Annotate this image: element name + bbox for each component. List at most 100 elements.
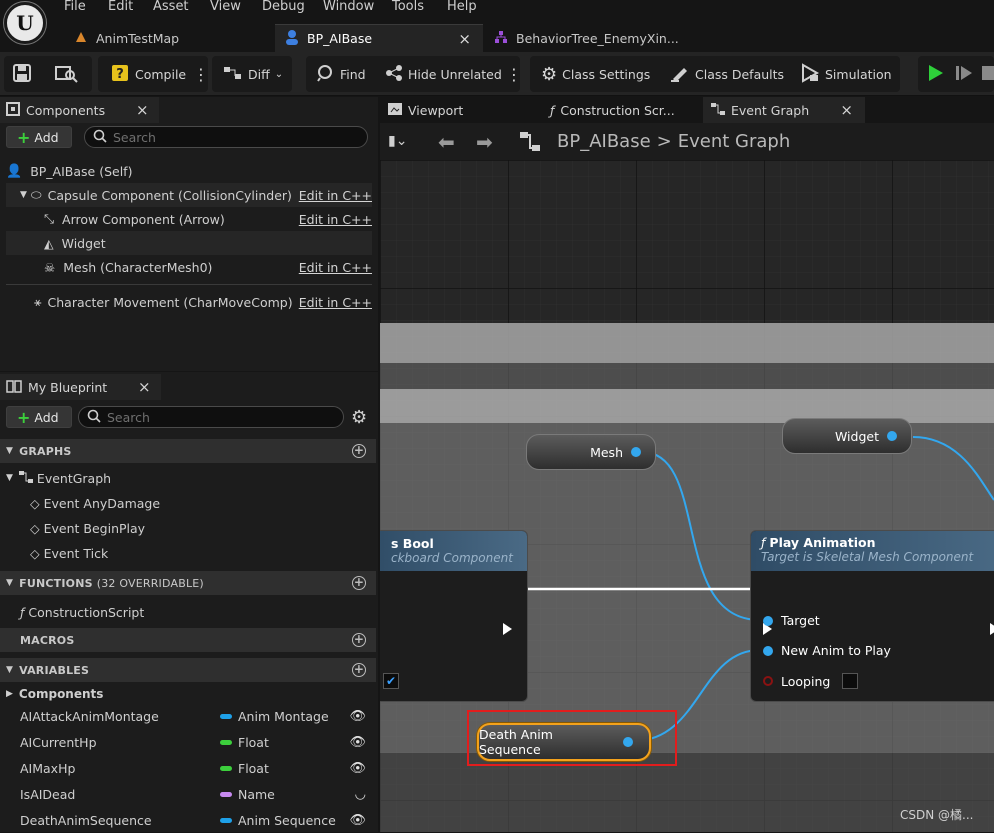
variable-row[interactable]: AICurrentHp Float 👁 xyxy=(0,729,376,755)
menu-edit[interactable]: Edit xyxy=(108,0,133,16)
section-variables[interactable]: ▼ VARIABLES + xyxy=(0,658,376,682)
section-graphs[interactable]: ▼ GRAPHS + xyxy=(0,439,376,463)
variable-type[interactable]: Anim Montage xyxy=(238,709,349,724)
doc-tab-behaviortree[interactable]: BehaviorTree_EnemyXin... xyxy=(484,24,694,52)
edit-in-cpp-link[interactable]: Edit in C++ xyxy=(299,295,372,310)
output-pin[interactable] xyxy=(631,447,641,457)
component-arrow[interactable]: ⤡ Arrow Component (Arrow) Edit in C++ xyxy=(6,207,372,231)
forward-arrow-icon[interactable]: ➡ xyxy=(476,130,493,154)
function-construction-script[interactable]: ƒ ConstructionScript xyxy=(20,600,370,624)
looping-pin[interactable] xyxy=(763,676,773,686)
doc-tab-bp-aibase[interactable]: BP_AIBase × xyxy=(275,24,483,52)
component-widget[interactable]: ◭ Widget xyxy=(6,231,372,255)
collapse-arrow-icon: ▼ xyxy=(6,665,14,675)
bookmark-icon[interactable]: ▮⌄ xyxy=(388,133,407,149)
close-icon[interactable]: × xyxy=(840,101,853,119)
variable-type[interactable]: Anim Sequence xyxy=(238,813,349,828)
node-set-bool[interactable]: s Bool ckboard Component ✔ xyxy=(380,530,528,702)
diff-button[interactable]: Diff ⌄ xyxy=(223,56,283,92)
back-arrow-icon[interactable]: ⬅ xyxy=(438,130,455,154)
add-variable-icon[interactable]: + xyxy=(352,663,366,677)
menu-file[interactable]: File xyxy=(64,0,86,16)
eye-closed-icon[interactable]: ◡ xyxy=(355,787,366,802)
component-capsule[interactable]: ▼ ⬭ Capsule Component (CollisionCylinder… xyxy=(6,183,372,207)
hide-options-button[interactable]: ⋮ xyxy=(506,56,522,92)
my-blueprint-search-input[interactable]: Search xyxy=(78,406,344,428)
graph-event-graph[interactable]: ▼ EventGraph xyxy=(0,466,376,490)
component-label: Capsule Component (CollisionCylinder) xyxy=(47,187,292,203)
tab-viewport[interactable]: Viewport xyxy=(388,97,463,123)
edit-in-cpp-link[interactable]: Edit in C++ xyxy=(299,260,372,275)
variable-type[interactable]: Float xyxy=(238,761,349,776)
component-self[interactable]: 👤 BP_AIBase (Self) xyxy=(6,159,372,183)
event-tick[interactable]: ◇ Event Tick xyxy=(30,541,370,565)
simulation-button[interactable]: Simulation xyxy=(800,56,892,92)
class-defaults-button[interactable]: Class Defaults xyxy=(670,56,784,92)
find-button[interactable]: Find xyxy=(317,56,366,92)
class-settings-button[interactable]: ⚙ Class Settings xyxy=(541,56,650,92)
menu-debug[interactable]: Debug xyxy=(262,0,305,16)
event-any-damage[interactable]: ◇ Event AnyDamage xyxy=(30,491,370,515)
section-functions[interactable]: ▼ FUNCTIONS (32 OVERRIDABLE) + xyxy=(0,571,376,595)
component-character-movement[interactable]: ⚹ Character Movement (CharMoveComp) Edit… xyxy=(6,290,372,314)
node-play-animation[interactable]: ƒ Play Animation Target is Skeletal Mesh… xyxy=(750,530,994,702)
hide-unrelated-button[interactable]: Hide Unrelated xyxy=(385,56,502,92)
settings-gear-icon[interactable]: ⚙ xyxy=(351,407,367,428)
eye-icon[interactable]: 👁 xyxy=(349,735,366,750)
menu-view[interactable]: View xyxy=(210,0,241,16)
menu-asset[interactable]: Asset xyxy=(153,0,189,16)
eye-icon[interactable]: 👁 xyxy=(349,813,366,828)
add-graph-icon[interactable]: + xyxy=(352,444,366,458)
variable-row[interactable]: AIMaxHp Float 👁 xyxy=(0,755,376,781)
actor-icon: 👤 xyxy=(6,163,23,179)
looping-checkbox[interactable] xyxy=(842,673,859,689)
edit-in-cpp-link[interactable]: Edit in C++ xyxy=(299,212,372,227)
close-icon[interactable]: × xyxy=(136,101,149,119)
variable-type[interactable]: Float xyxy=(238,735,349,750)
variable-row[interactable]: AIAttackAnimMontage Anim Montage 👁 xyxy=(0,703,376,729)
add-member-button[interactable]: + Add xyxy=(6,406,72,428)
add-macro-icon[interactable]: + xyxy=(352,633,366,647)
node-mesh-getter[interactable]: Mesh xyxy=(526,434,656,470)
event-begin-play[interactable]: ◇ Event BeginPlay xyxy=(30,516,370,540)
component-mesh[interactable]: ☠ Mesh (CharacterMesh0) Edit in C++ xyxy=(6,255,372,279)
components-search-input[interactable]: Search xyxy=(84,126,368,148)
browse-button[interactable] xyxy=(54,56,78,92)
target-pin[interactable] xyxy=(763,615,773,626)
new-anim-pin[interactable] xyxy=(763,645,773,656)
components-tab[interactable]: Components × xyxy=(0,97,159,123)
variable-row[interactable]: IsAIDead Name ◡ xyxy=(0,781,376,807)
variable-row[interactable]: DeathAnimSequence Anim Sequence 👁 xyxy=(0,807,376,833)
breadcrumb-root[interactable]: BP_AIBase xyxy=(557,131,651,152)
add-function-icon[interactable]: + xyxy=(352,576,366,590)
step-button[interactable] xyxy=(955,56,973,92)
add-component-button[interactable]: + Add xyxy=(6,126,72,148)
node-widget-getter[interactable]: Widget xyxy=(782,418,912,454)
exec-out-pin[interactable] xyxy=(989,623,994,635)
unreal-logo-icon[interactable]: U xyxy=(4,2,46,44)
close-icon[interactable]: × xyxy=(138,378,151,396)
doc-tab-animtestmap[interactable]: AnimTestMap xyxy=(64,24,274,52)
event-graph-canvas[interactable]: s Bool ckboard Component ✔ Mesh Widget ƒ… xyxy=(380,160,994,832)
menu-window[interactable]: Window xyxy=(323,0,374,16)
checkbox-checked[interactable]: ✔ xyxy=(383,673,399,689)
section-macros[interactable]: MACROS + xyxy=(0,628,376,652)
menu-tools[interactable]: Tools xyxy=(392,0,424,16)
menu-help[interactable]: Help xyxy=(447,0,477,16)
stop-button[interactable] xyxy=(982,56,994,92)
eye-icon[interactable]: 👁 xyxy=(349,761,366,776)
tab-event-graph[interactable]: Event Graph × xyxy=(703,97,865,123)
compile-options-button[interactable]: ⋮ xyxy=(193,56,209,92)
output-pin[interactable] xyxy=(887,431,897,441)
graph-icon xyxy=(711,102,725,118)
play-button[interactable] xyxy=(926,56,944,92)
edit-in-cpp-link[interactable]: Edit in C++ xyxy=(299,188,372,203)
save-button[interactable] xyxy=(12,56,32,92)
variable-type[interactable]: Name xyxy=(238,787,355,802)
eye-icon[interactable]: 👁 xyxy=(349,709,366,724)
exec-out-pin[interactable] xyxy=(503,623,512,635)
compile-button[interactable]: ? Compile xyxy=(110,56,186,92)
my-blueprint-tab[interactable]: My Blueprint × xyxy=(0,374,161,400)
tab-construction-script[interactable]: ƒ Construction Scr... xyxy=(550,97,675,123)
close-icon[interactable]: × xyxy=(458,30,471,48)
